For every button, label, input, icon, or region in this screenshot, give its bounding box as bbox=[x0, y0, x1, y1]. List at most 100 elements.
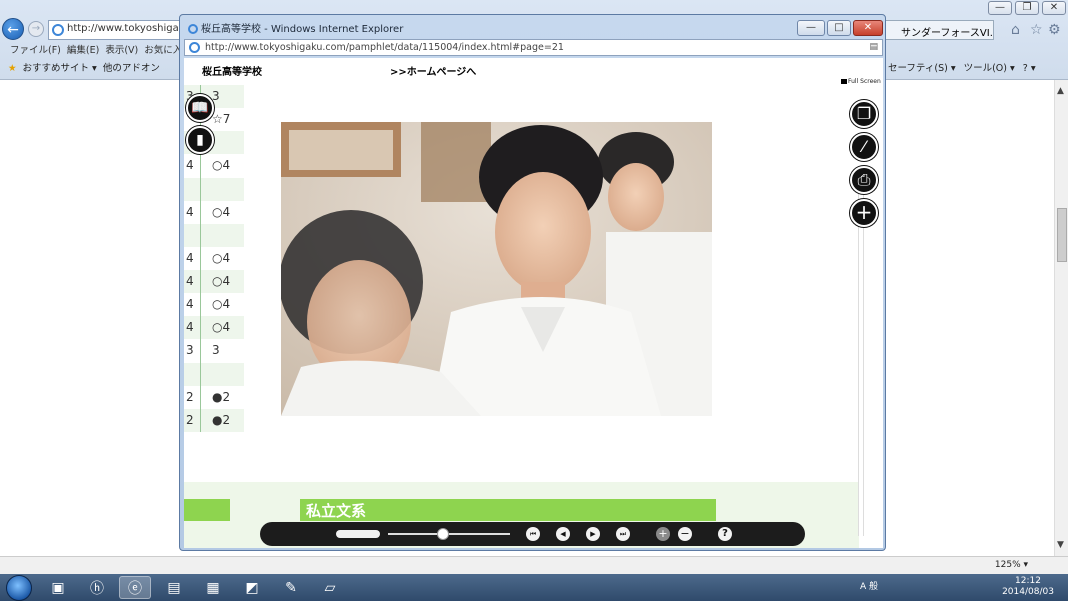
fav-item-addons[interactable]: 他のアドオン bbox=[103, 63, 160, 74]
tools-menu[interactable]: ツール(O) ▾ bbox=[964, 63, 1015, 74]
clock-date: 2014/08/03 bbox=[1002, 587, 1054, 597]
table-cell: 3 bbox=[186, 343, 194, 358]
table-cell: ○4 bbox=[212, 158, 231, 173]
bg-vertical-scrollbar[interactable]: ▲ ▼ bbox=[1054, 80, 1068, 556]
paint-icon[interactable]: ✎ bbox=[275, 576, 307, 599]
last-page-icon[interactable]: ⏭ bbox=[616, 527, 630, 541]
popup-close-button[interactable]: ✕ bbox=[853, 20, 883, 36]
table-cell: 4 bbox=[186, 274, 194, 289]
bg-restore-button[interactable]: ❐ bbox=[1015, 1, 1039, 15]
table-row: 4 ○4 bbox=[184, 154, 244, 177]
scroll-up-arrow[interactable]: ▲ bbox=[1057, 86, 1064, 96]
bg-minimize-button[interactable]: — bbox=[988, 1, 1012, 15]
ie-icon bbox=[188, 24, 198, 34]
clock[interactable]: 12:12 2014/08/03 bbox=[996, 576, 1060, 598]
table-cell: ○4 bbox=[212, 274, 231, 289]
students-photo bbox=[281, 122, 712, 416]
help-menu[interactable]: ? ▾ bbox=[1023, 63, 1036, 74]
bg-status-bar: 125% ▾ bbox=[0, 556, 1068, 574]
zoom-out-icon[interactable]: − bbox=[678, 527, 692, 541]
bg-address-text: http://www.tokyoshigaku.c bbox=[67, 23, 181, 34]
zoom-in-icon[interactable]: + bbox=[656, 527, 670, 541]
table-cell: ●2 bbox=[212, 412, 231, 427]
ie-taskbar-icon[interactable]: ⓔ bbox=[119, 576, 151, 599]
safety-menu[interactable]: セーフティ(S) ▾ bbox=[888, 63, 956, 74]
menu-view[interactable]: 表示(V) bbox=[105, 45, 138, 56]
page-view-icon[interactable]: ▮ bbox=[186, 126, 214, 154]
first-page-icon[interactable]: ⏮ bbox=[526, 527, 540, 541]
table-cell: 4 bbox=[186, 297, 194, 312]
table-cell: ○4 bbox=[212, 250, 231, 265]
start-button[interactable] bbox=[6, 575, 32, 601]
forward-button[interactable]: → bbox=[28, 21, 44, 37]
section-band: 私立文系 bbox=[300, 499, 716, 521]
help-icon[interactable]: ? bbox=[718, 527, 732, 541]
bg-favorites-bar: ★ おすすめサイト ▾ 他のアドオン bbox=[8, 60, 166, 74]
table-cell: 4 bbox=[186, 204, 194, 219]
page-indicator-pill[interactable] bbox=[336, 530, 380, 538]
menu-edit[interactable]: 編集(E) bbox=[67, 45, 99, 56]
print-icon[interactable]: ⎙ bbox=[850, 166, 878, 194]
table-cell: 4 bbox=[186, 158, 194, 173]
app-red-icon[interactable]: ◩ bbox=[236, 576, 268, 599]
fullscreen-label: Full Screen bbox=[848, 78, 881, 85]
window-icon[interactable]: ▦ bbox=[197, 576, 229, 599]
next-page-icon[interactable]: ▶ bbox=[586, 527, 600, 541]
page-slider-knob[interactable] bbox=[436, 528, 449, 540]
zoom-level[interactable]: 125% ▾ bbox=[995, 560, 1028, 570]
popup-address-text: http://www.tokyoshigaku.com/pamphlet/dat… bbox=[205, 42, 564, 53]
table-row: 4 ○4 bbox=[184, 316, 244, 340]
hp-icon[interactable]: ⓗ bbox=[81, 576, 113, 599]
pen-icon[interactable]: ⁄ bbox=[850, 133, 878, 161]
menu-favorites[interactable]: お気に入 bbox=[144, 45, 182, 56]
page-icon[interactable]: ▤ bbox=[869, 42, 878, 52]
popup-title-text: 桜丘高等学校 - Windows Internet Explorer bbox=[201, 24, 404, 35]
popup-maximize-button[interactable]: □ bbox=[827, 20, 851, 36]
screen: — ❐ ✕ ← → http://www.tokyoshigaku.c サンダー… bbox=[0, 0, 1068, 601]
table-cell: 4 bbox=[186, 320, 194, 335]
page-slider-track[interactable] bbox=[388, 533, 510, 535]
bg-close-button[interactable]: ✕ bbox=[1042, 1, 1066, 15]
prev-page-icon[interactable]: ◀ bbox=[556, 527, 570, 541]
fav-item-recommended[interactable]: おすすめサイト ▾ bbox=[23, 63, 97, 74]
favorites-star-icon[interactable]: ★ bbox=[8, 63, 17, 74]
table-row bbox=[184, 362, 244, 386]
bg-menu-bar: ファイル(F) 編集(E) 表示(V) お気に入 bbox=[10, 42, 188, 56]
fullscreen-link[interactable]: Full Screen bbox=[841, 78, 881, 85]
favorites-star-icon[interactable]: ☆ bbox=[1030, 22, 1043, 38]
popup-window: 桜丘高等学校 - Windows Internet Explorer — □ ✕… bbox=[179, 14, 886, 551]
open-book-icon[interactable]: 📖 bbox=[186, 94, 214, 122]
school-name: 桜丘高等学校 bbox=[202, 67, 262, 78]
taskbar-app-icon[interactable]: ▣ bbox=[42, 576, 74, 599]
scroll-down-arrow[interactable]: ▼ bbox=[1057, 540, 1064, 550]
table-row bbox=[184, 223, 244, 247]
system-tray[interactable]: A 般 bbox=[860, 579, 878, 592]
scroll-thumb[interactable] bbox=[1057, 208, 1067, 262]
home-link[interactable]: >>ホームページへ bbox=[390, 63, 476, 78]
zoom-plus-icon[interactable]: + bbox=[850, 199, 878, 227]
table-cell: ○4 bbox=[212, 204, 231, 219]
bg-tab-title: サンダーフォースVI... bbox=[901, 28, 994, 39]
popup-minimize-button[interactable]: — bbox=[797, 20, 825, 36]
bg-address-bar[interactable]: http://www.tokyoshigaku.c bbox=[48, 20, 182, 40]
table-cell: ☆7 bbox=[212, 112, 231, 127]
bg-tab[interactable]: サンダーフォースVI... bbox=[884, 20, 994, 40]
gear-icon[interactable]: ⚙ bbox=[1048, 22, 1061, 38]
clock-time: 12:12 bbox=[1015, 576, 1041, 586]
home-icon[interactable]: ⌂ bbox=[1011, 22, 1020, 38]
folder-icon[interactable]: ▤ bbox=[158, 576, 190, 599]
table-cell: 2 bbox=[186, 389, 194, 404]
table-row: 4 ○4 bbox=[184, 201, 244, 224]
app-icon[interactable]: ▱ bbox=[314, 576, 346, 599]
bg-command-bar: セーフティ(S) ▾ ツール(O) ▾ ? ▾ bbox=[888, 60, 1044, 74]
popup-address-bar: http://www.tokyoshigaku.com/pamphlet/dat… bbox=[184, 39, 883, 56]
back-button[interactable]: ← bbox=[2, 18, 24, 40]
table-cell: 2 bbox=[186, 412, 194, 427]
page-control-bar: ⏮ ◀ ▶ ⏭ + − ? bbox=[260, 522, 805, 546]
table-row bbox=[184, 177, 244, 201]
menu-file[interactable]: ファイル(F) bbox=[10, 45, 61, 56]
viewer-scroll-track[interactable] bbox=[858, 176, 864, 536]
single-page-icon[interactable]: ❐ bbox=[850, 100, 878, 128]
table-row: 4 ○4 bbox=[184, 293, 244, 316]
table-cell: 3 bbox=[212, 343, 220, 358]
